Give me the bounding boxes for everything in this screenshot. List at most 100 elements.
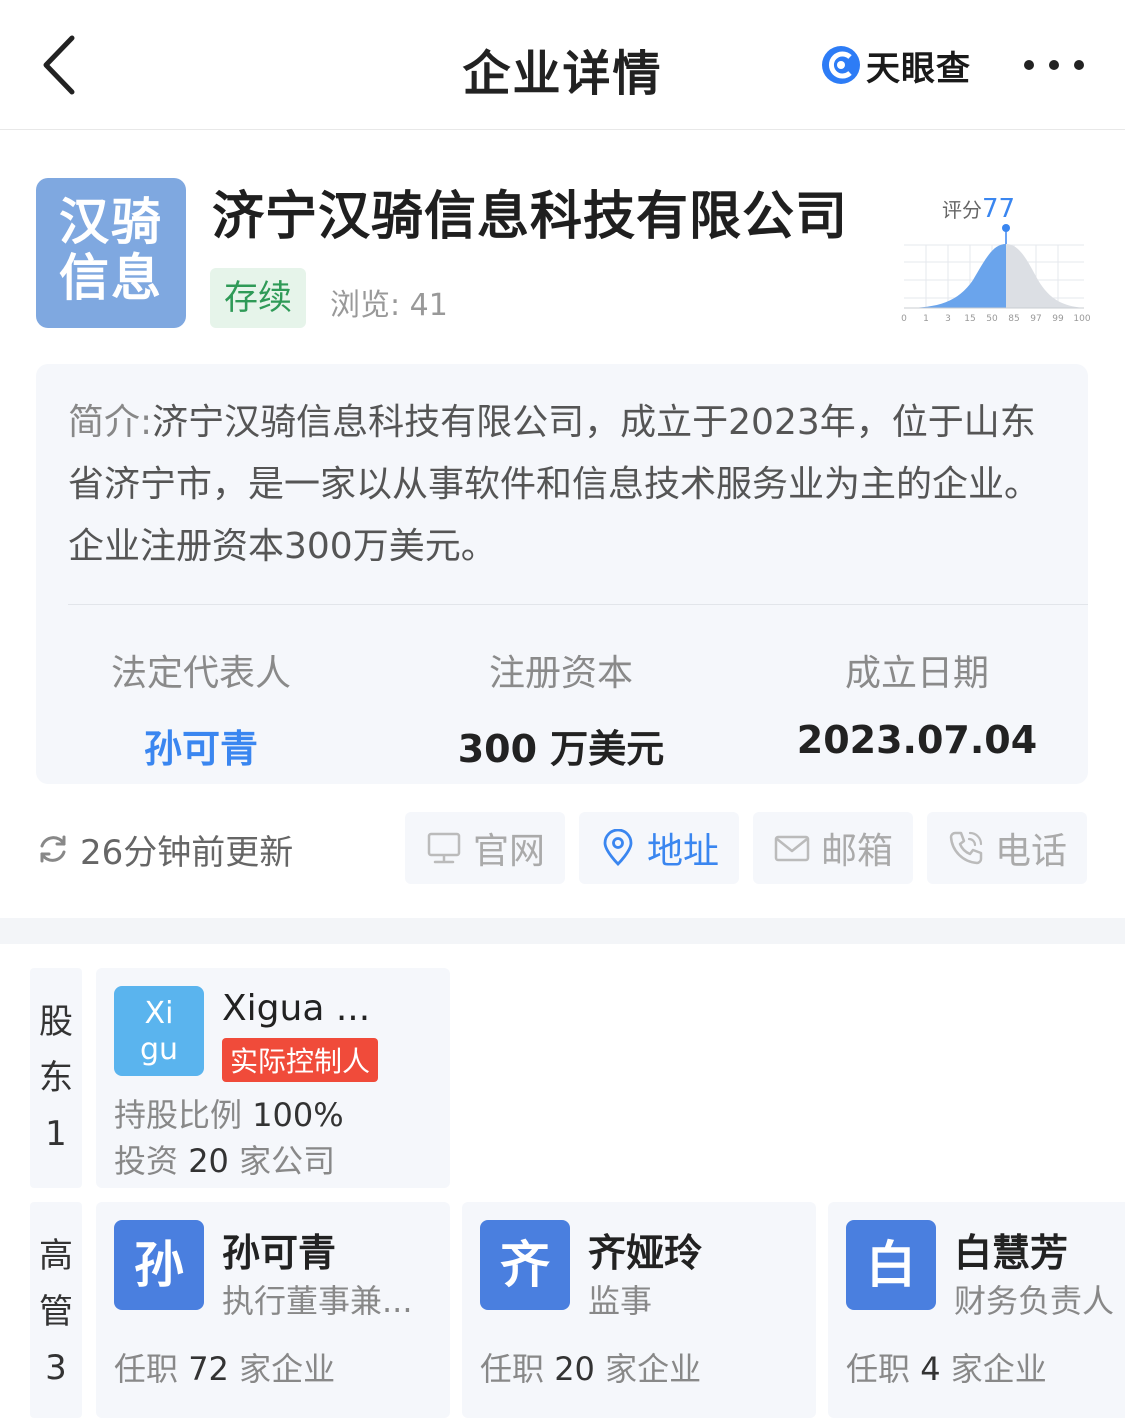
dot-icon bbox=[1049, 60, 1059, 70]
phone-button[interactable]: 电话 bbox=[927, 812, 1087, 884]
executive-role: 财务负责人 bbox=[954, 1282, 1115, 1320]
stat-label: 注册资本 bbox=[488, 653, 633, 694]
shareholder-name: Xigua ... bbox=[222, 988, 371, 1029]
registered-capital: 注册资本 300 万美元 bbox=[396, 644, 726, 773]
brand-logo: 天眼查 bbox=[820, 40, 971, 90]
website-label: 官网 bbox=[472, 831, 545, 872]
section-separator bbox=[0, 918, 1125, 944]
executive-role: 监事 bbox=[588, 1282, 653, 1320]
score-axis-tick: 3 bbox=[945, 314, 951, 324]
side-char: 高 bbox=[39, 1236, 73, 1276]
invest-count: 20 bbox=[188, 1142, 229, 1180]
stat-value: 2023.07.04 bbox=[796, 718, 1038, 762]
executive-name: 白慧芳 bbox=[954, 1231, 1069, 1275]
divider bbox=[68, 604, 1088, 605]
established-date: 成立日期 2023.07.04 bbox=[752, 644, 1082, 762]
company-name: 济宁汉骑信息科技有限公司 bbox=[212, 187, 849, 247]
address-label: 地址 bbox=[646, 831, 719, 872]
score-axis-tick: 1 bbox=[923, 314, 929, 324]
executive-positions: 任职 4 家企业 bbox=[846, 1344, 1047, 1390]
shareholders-side-label[interactable]: 股 东 1 bbox=[30, 968, 82, 1188]
executive-positions: 任职 20 家企业 bbox=[480, 1344, 701, 1390]
avatar-line: Xi bbox=[144, 996, 174, 1031]
actual-controller-badge: 实际控制人 bbox=[222, 1038, 379, 1082]
stat-value: 300 万美元 bbox=[457, 727, 665, 771]
job-prefix: 任职 bbox=[846, 1350, 911, 1388]
executive-count: 3 bbox=[45, 1348, 67, 1388]
job-prefix: 任职 bbox=[114, 1350, 179, 1388]
update-status[interactable]: 26分钟前更新 bbox=[36, 826, 294, 873]
legal-representative-link[interactable]: 孙可青 bbox=[36, 718, 366, 773]
shareholder-card[interactable]: Xi gu Xigua ... 实际控制人 持股比例 100% 投资 20 家公… bbox=[96, 968, 450, 1188]
ratio-label: 持股比例 bbox=[114, 1096, 243, 1134]
top-nav-bar: 企业详情 天眼查 bbox=[0, 0, 1125, 130]
status-badge: 存续 bbox=[210, 268, 306, 328]
intro-key: 简介: bbox=[68, 402, 153, 443]
executive-avatar: 齐 bbox=[480, 1220, 570, 1310]
company-intro[interactable]: 简介:济宁汉骑信息科技有限公司，成立于2023年，位于山东省济宁市，是一家以从事… bbox=[68, 392, 1058, 578]
legal-representative: 法定代表人 孙可青 bbox=[36, 644, 366, 773]
address-button[interactable]: 地址 bbox=[579, 812, 739, 884]
stat-label: 法定代表人 bbox=[110, 653, 291, 694]
score-axis-tick: 97 bbox=[1030, 314, 1041, 324]
score-axis-tick: 85 bbox=[1008, 314, 1019, 324]
avatar-line: gu bbox=[139, 1032, 179, 1067]
update-text: 26分钟前更新 bbox=[80, 832, 294, 873]
website-button[interactable]: 官网 bbox=[405, 812, 565, 884]
executive-role: 执行董事兼... bbox=[222, 1282, 413, 1320]
dot-icon bbox=[1074, 60, 1084, 70]
investment-count: 投资 20 家公司 bbox=[114, 1136, 335, 1182]
executive-card[interactable]: 白 白慧芳 财务负责人 任职 4 家企业 bbox=[828, 1202, 1125, 1418]
refresh-icon bbox=[40, 835, 66, 863]
shareholder-count: 1 bbox=[45, 1114, 67, 1154]
brand-name: 天眼查 bbox=[866, 48, 971, 89]
executive-avatar: 白 bbox=[846, 1220, 936, 1310]
share-ratio: 持股比例 100% bbox=[114, 1090, 344, 1136]
side-char: 股 bbox=[39, 1002, 73, 1042]
intro-card: 简介:济宁汉骑信息科技有限公司，成立于2023年，位于山东省济宁市，是一家以从事… bbox=[36, 364, 1088, 784]
email-button[interactable]: 邮箱 bbox=[753, 812, 913, 884]
side-char: 东 bbox=[39, 1058, 73, 1098]
ratio-value: 100% bbox=[252, 1096, 344, 1134]
invest-suffix: 家公司 bbox=[239, 1142, 336, 1180]
phone-icon bbox=[949, 831, 983, 865]
score-distribution-chart: 0 1 3 15 50 85 97 99 100 bbox=[901, 224, 1091, 324]
job-prefix: 任职 bbox=[480, 1350, 545, 1388]
score-widget[interactable]: 评分77 0 1 3 15 50 85 97 99 100 bbox=[898, 190, 1094, 330]
logo-line: 信息 bbox=[59, 249, 163, 307]
side-char: 管 bbox=[39, 1292, 73, 1332]
intro-text: 济宁汉骑信息科技有限公司，成立于2023年，位于山东省济宁市，是一家以从事软件和… bbox=[68, 402, 1041, 567]
job-suffix: 家企业 bbox=[239, 1350, 336, 1388]
email-label: 邮箱 bbox=[820, 831, 893, 872]
monitor-icon bbox=[427, 832, 461, 864]
mail-icon bbox=[774, 835, 810, 862]
executive-name: 齐娅玲 bbox=[588, 1231, 703, 1275]
job-count: 72 bbox=[188, 1350, 229, 1388]
phone-label: 电话 bbox=[994, 831, 1067, 872]
executives-side-label[interactable]: 高 管 3 bbox=[30, 1202, 82, 1418]
view-count: 浏览: 41 bbox=[330, 288, 448, 323]
company-logo: 汉骑 信息 bbox=[36, 178, 186, 328]
tianyancha-logo-icon bbox=[822, 46, 860, 84]
dot-icon bbox=[1024, 60, 1034, 70]
executive-name: 孙可青 bbox=[222, 1231, 337, 1275]
job-suffix: 家企业 bbox=[950, 1350, 1047, 1388]
score-axis-tick: 50 bbox=[986, 314, 998, 324]
shareholder-avatar: Xi gu bbox=[114, 986, 204, 1076]
executive-positions: 任职 72 家企业 bbox=[114, 1344, 335, 1390]
executive-card[interactable]: 齐 齐娅玲 监事 任职 20 家企业 bbox=[462, 1202, 816, 1418]
executive-avatar: 孙 bbox=[114, 1220, 204, 1310]
score-axis-tick: 15 bbox=[964, 314, 975, 324]
score-axis-tick: 100 bbox=[1073, 314, 1090, 324]
score-axis-tick: 0 bbox=[901, 314, 907, 324]
more-menu-button[interactable] bbox=[1024, 40, 1084, 90]
stat-label: 成立日期 bbox=[844, 653, 989, 694]
logo-line: 汉骑 bbox=[59, 193, 163, 251]
score-axis-tick: 99 bbox=[1052, 314, 1064, 324]
executive-card[interactable]: 孙 孙可青 执行董事兼... 任职 72 家企业 bbox=[96, 1202, 450, 1418]
invest-prefix: 投资 bbox=[114, 1142, 179, 1180]
location-pin-icon bbox=[603, 829, 633, 866]
job-count: 20 bbox=[554, 1350, 595, 1388]
job-suffix: 家企业 bbox=[605, 1350, 702, 1388]
job-count: 4 bbox=[920, 1350, 941, 1388]
